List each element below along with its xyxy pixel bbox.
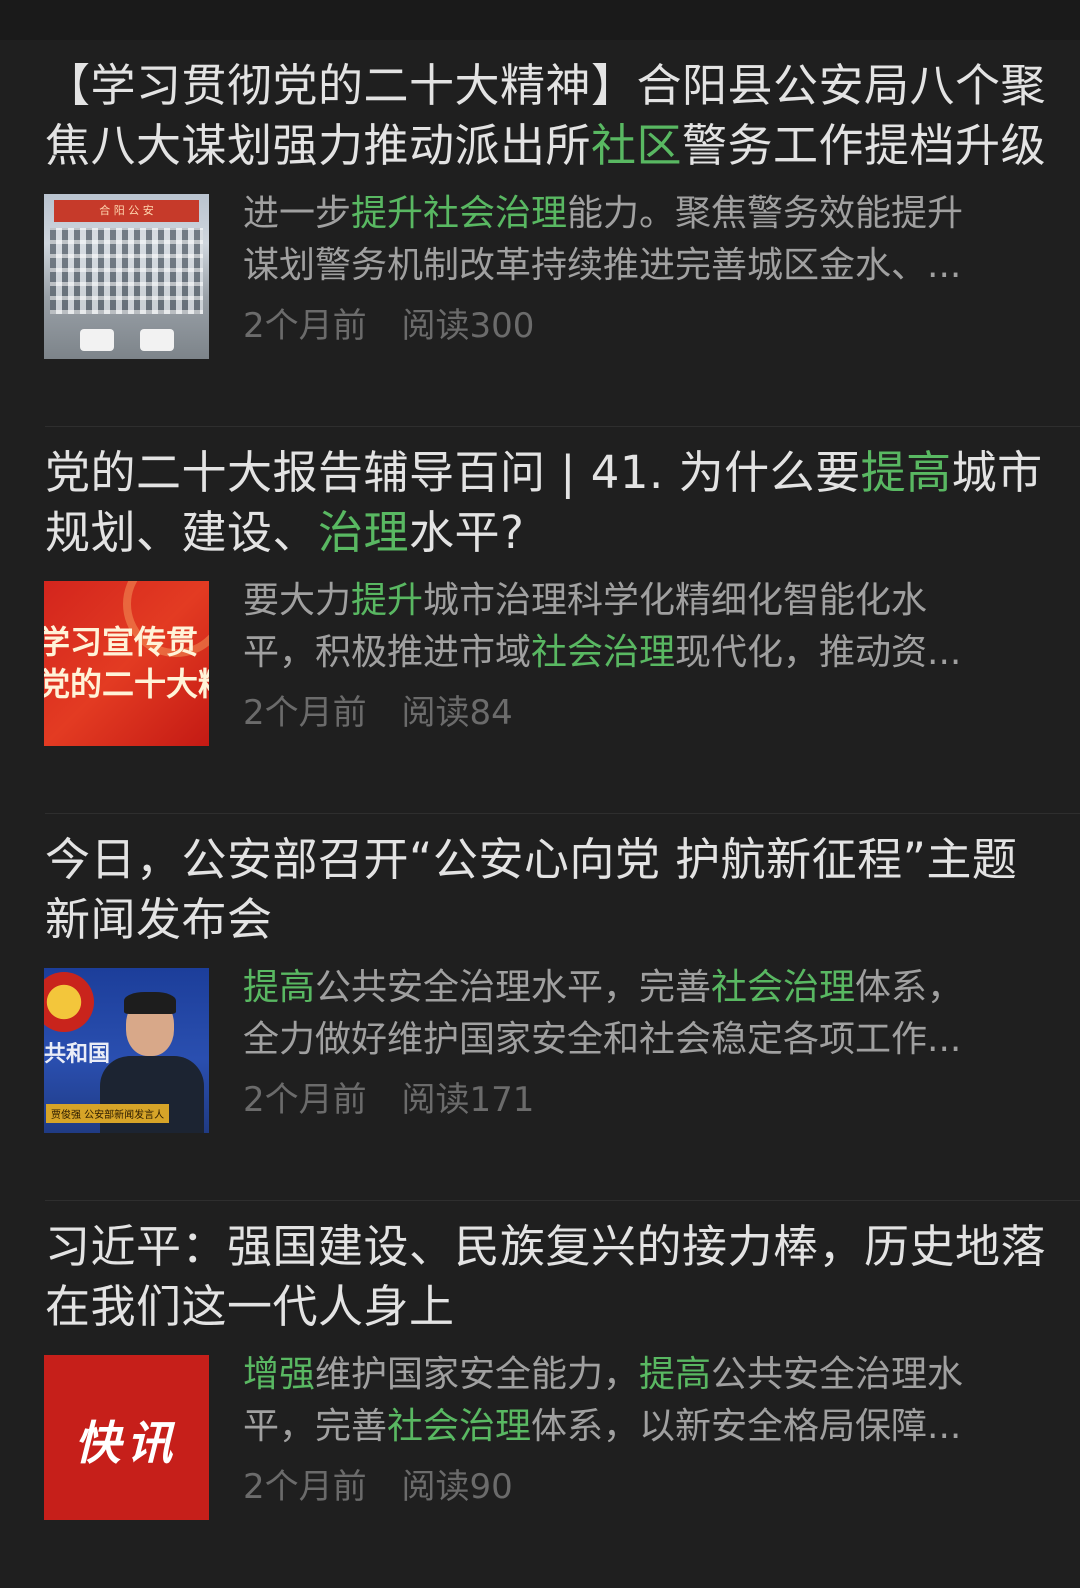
article-meta: 2个月前 阅读84 <box>243 691 537 735</box>
article-summary: 增强维护国家安全能力，提高公共安全治理水 平，完善社会治理体系，以新安全格局保障… <box>243 1349 1033 1453</box>
banner-line: 学习宣传贯 <box>44 623 199 661</box>
building-floors <box>50 228 203 314</box>
title-line: 新闻发布会 <box>45 890 1035 950</box>
text-segment: 党的二十大报告辅导百问 | 41. 为什么要 <box>45 446 861 499</box>
summary-line: 平，积极推进市域社会治理现代化，推动资... <box>243 627 1033 679</box>
text-segment: 现代化，推动资... <box>675 632 962 673</box>
building-sign: 合 阳 公 安 <box>54 200 199 222</box>
title-line: 习近平：强国建设、民族复兴的接力棒，历史地落 <box>45 1217 1046 1277</box>
text-segment: 公共安全治理水平，完善 <box>315 967 712 1008</box>
thumbnail-banner-text: 学习宣传贯 党的二十大精 <box>44 621 209 707</box>
article-read-count: 阅读171 <box>401 1080 535 1120</box>
text-segment: 全力做好维护国家安全和社会稳定各项工作... <box>243 1019 962 1060</box>
title-line: 规划、建设、治理水平? <box>45 503 1035 563</box>
article-read-count: 阅读90 <box>401 1467 513 1507</box>
article-time: 2个月前 <box>243 306 367 346</box>
banner-line: 党的二十大精 <box>44 665 209 703</box>
article-summary: 进一步提升社会治理能力。聚焦警务效能提升 谋划警务机制改革持续推进完善城区金水、… <box>243 188 1033 292</box>
text-segment: 体系， <box>855 967 964 1008</box>
flash-news-label: 快讯 <box>74 1416 179 1470</box>
highlight-keyword: 社会治理 <box>531 632 676 673</box>
text-segment: 在我们这一代人身上 <box>45 1280 455 1333</box>
highlight-keyword: 社区 <box>591 119 683 172</box>
text-segment: 维护国家安全能力， <box>315 1354 640 1395</box>
article-title[interactable]: 今日，公安部召开“公安心向党 护航新征程”主题 新闻发布会 <box>45 830 1035 950</box>
article-meta: 2个月前 阅读90 <box>243 1465 537 1509</box>
highlight-keyword: 治理 <box>318 506 410 559</box>
text-segment: 水平? <box>409 506 525 559</box>
article-item[interactable]: 习近平：强国建设、民族复兴的接力棒，历史地落 在我们这一代人身上 快讯 增强维护… <box>0 1201 1080 1588</box>
summary-line: 要大力提升城市治理科学化精细化智能化水 <box>243 575 1033 627</box>
police-car <box>80 329 114 351</box>
highlight-keyword: 提高 <box>243 967 316 1008</box>
text-segment: 城市治理科学化精细化智能化水 <box>423 580 928 621</box>
text-segment: 体系，以新安全格局保障... <box>531 1406 962 1447</box>
article-time: 2个月前 <box>243 693 367 733</box>
text-segment: 新闻发布会 <box>45 893 273 946</box>
article-title[interactable]: 习近平：强国建设、民族复兴的接力棒，历史地落 在我们这一代人身上 <box>45 1217 1046 1337</box>
spokesperson-hair <box>124 992 176 1014</box>
highlight-keyword: 提高 <box>639 1354 712 1395</box>
article-thumbnail[interactable]: 学习宣传贯 党的二十大精 <box>44 581 209 746</box>
summary-line: 谋划警务机制改革持续推进完善城区金水、... <box>243 240 1033 292</box>
summary-line: 提高公共安全治理水平，完善社会治理体系， <box>243 962 1033 1014</box>
police-emblem-icon <box>44 972 94 1032</box>
text-segment: 警务工作提档升级 <box>682 119 1047 172</box>
text-segment: 规划、建设、 <box>45 506 319 559</box>
article-time: 2个月前 <box>243 1080 367 1120</box>
text-segment: 要大力 <box>243 580 352 621</box>
article-title[interactable]: 党的二十大报告辅导百问 | 41. 为什么要提高城市 规划、建设、治理水平? <box>45 443 1042 563</box>
article-meta: 2个月前 阅读171 <box>243 1078 558 1122</box>
top-bar <box>0 0 1080 40</box>
text-segment: 今日，公安部召开“公安心向党 护航新征程”主题 <box>45 833 1018 886</box>
article-thumbnail[interactable]: 快讯 <box>44 1355 209 1520</box>
highlight-keyword: 社会治理 <box>711 967 856 1008</box>
text-segment: 【学习贯彻党的二十大精神】合阳县公安局八个聚 <box>45 59 1047 112</box>
text-segment: 能力。聚焦警务效能提升 <box>567 193 964 234</box>
police-car <box>140 329 174 351</box>
highlight-keyword: 提升 <box>351 580 424 621</box>
article-item[interactable]: 【学习贯彻党的二十大精神】合阳县公安局八个聚 焦八大谋划强力推动派出所社区警务工… <box>0 40 1080 427</box>
text-segment: 进一步 <box>243 193 352 234</box>
summary-line: 进一步提升社会治理能力。聚焦警务效能提升 <box>243 188 1033 240</box>
highlight-keyword: 社会治理 <box>387 1406 532 1447</box>
title-line: 焦八大谋划强力推动派出所社区警务工作提档升级 <box>45 116 1046 176</box>
article-meta: 2个月前 阅读300 <box>243 304 558 348</box>
article-item[interactable]: 党的二十大报告辅导百问 | 41. 为什么要提高城市 规划、建设、治理水平? 学… <box>0 427 1080 814</box>
text-segment: 习近平：强国建设、民族复兴的接力棒，历史地落 <box>45 1220 1047 1273</box>
backdrop-text: 共和国 <box>44 1042 111 1067</box>
article-read-count: 阅读300 <box>401 306 535 346</box>
text-segment: 公共安全治理水 <box>711 1354 964 1395</box>
text-segment: 平，积极推进市域 <box>243 632 532 673</box>
article-summary: 要大力提升城市治理科学化精细化智能化水 平，积极推进市域社会治理现代化，推动资.… <box>243 575 1033 679</box>
title-line: 在我们这一代人身上 <box>45 1277 1035 1337</box>
title-line: 今日，公安部召开“公安心向党 护航新征程”主题 <box>45 830 1035 890</box>
name-caption: 贾俊强 公安部新闻发言人 <box>46 1104 170 1123</box>
article-item[interactable]: 今日，公安部召开“公安心向党 护航新征程”主题 新闻发布会 共和国 贾俊强 公安… <box>0 814 1080 1201</box>
article-read-count: 阅读84 <box>401 693 513 733</box>
article-summary: 提高公共安全治理水平，完善社会治理体系， 全力做好维护国家安全和社会稳定各项工作… <box>243 962 1033 1066</box>
highlight-keyword: 提升社会治理 <box>351 193 568 234</box>
text-segment: 谋划警务机制改革持续推进完善城区金水、... <box>243 245 962 286</box>
highlight-keyword: 提高 <box>860 446 952 499</box>
article-thumbnail[interactable]: 共和国 贾俊强 公安部新闻发言人 <box>44 968 209 1133</box>
title-line: 【学习贯彻党的二十大精神】合阳县公安局八个聚 <box>45 56 1046 116</box>
text-segment: 焦八大谋划强力推动派出所 <box>45 119 592 172</box>
text-segment: 城市 <box>951 446 1043 499</box>
summary-line: 增强维护国家安全能力，提高公共安全治理水 <box>243 1349 1033 1401</box>
article-time: 2个月前 <box>243 1467 367 1507</box>
summary-line: 全力做好维护国家安全和社会稳定各项工作... <box>243 1014 1033 1066</box>
article-thumbnail[interactable]: 合 阳 公 安 <box>44 194 209 359</box>
summary-line: 平，完善社会治理体系，以新安全格局保障... <box>243 1401 1033 1453</box>
text-segment: 平，完善 <box>243 1406 388 1447</box>
title-line: 党的二十大报告辅导百问 | 41. 为什么要提高城市 <box>45 443 1042 503</box>
article-title[interactable]: 【学习贯彻党的二十大精神】合阳县公安局八个聚 焦八大谋划强力推动派出所社区警务工… <box>45 56 1046 176</box>
highlight-keyword: 增强 <box>243 1354 316 1395</box>
